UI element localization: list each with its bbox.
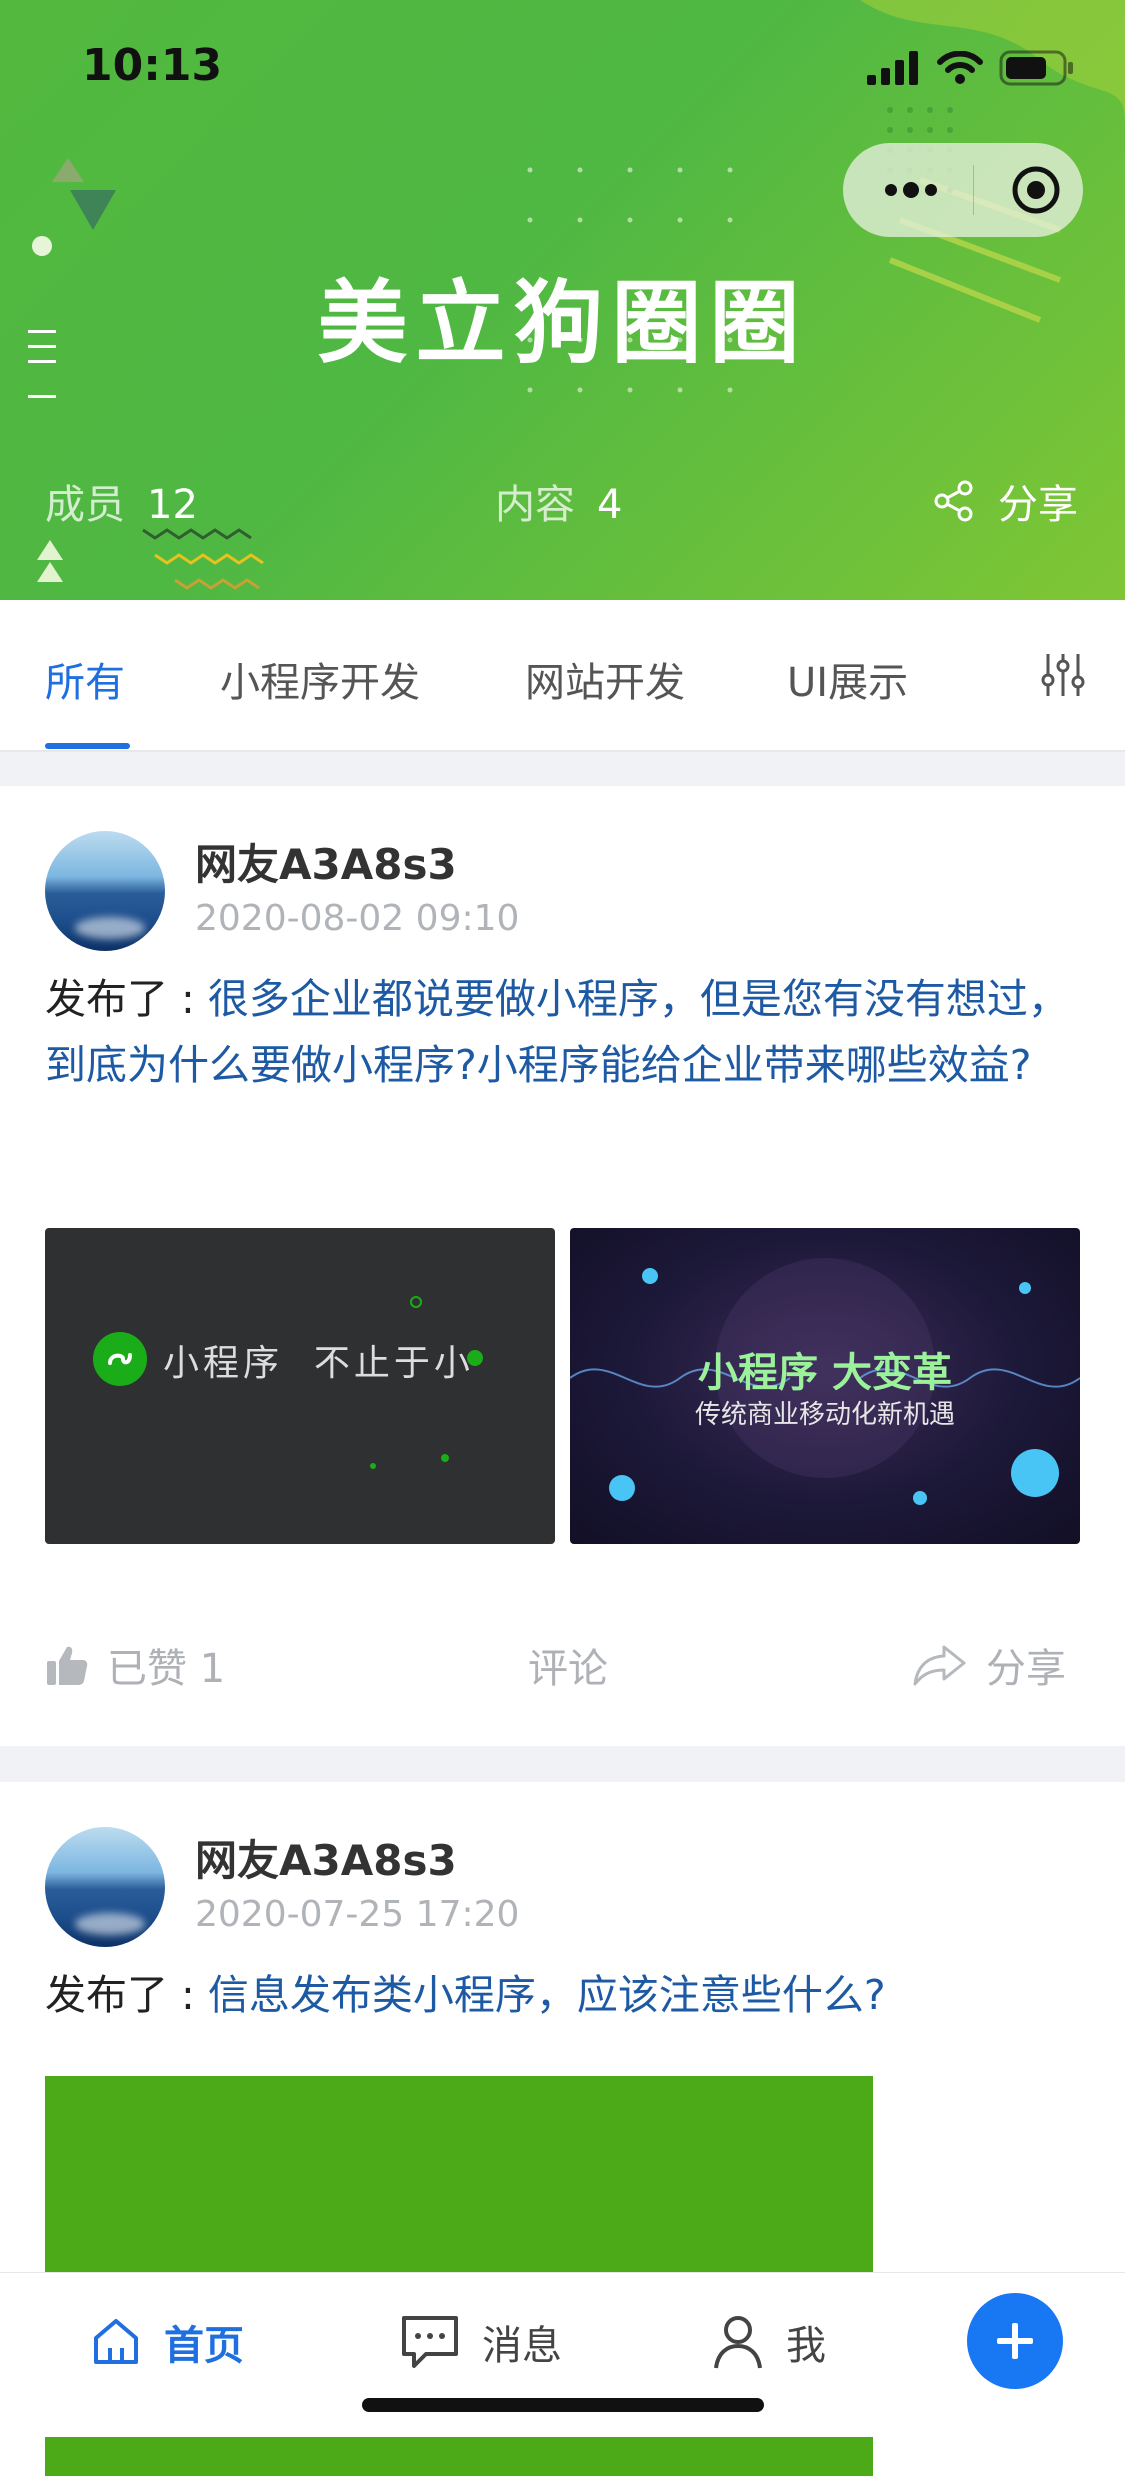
post-username[interactable]: 网友A3A8s3 — [195, 831, 457, 892]
mini-program-capsule — [843, 143, 1083, 237]
post-datetime: 2020-08-02 09:10 — [195, 898, 520, 939]
active-tab-indicator — [45, 743, 130, 749]
category-tabs: 所有 小程序开发 网站开发 UI展示 — [0, 600, 1125, 752]
post-prefix: 发布了 : — [45, 1971, 208, 2019]
tab-website-dev[interactable]: 网站开发 — [525, 650, 685, 708]
nav-me[interactable]: 我 — [712, 2313, 826, 2371]
post-image-1[interactable]: 小程序 不止于小 — [45, 1228, 555, 1544]
bottom-navigation: 首页 消息 我 — [0, 2272, 1125, 2437]
filter-settings-icon[interactable] — [1040, 652, 1086, 698]
comment-button[interactable]: 评论 — [528, 1636, 608, 1694]
plus-icon — [997, 2323, 1033, 2359]
nav-messages-label: 消息 — [482, 2323, 562, 2369]
avatar[interactable] — [45, 831, 165, 951]
post-card[interactable]: 网友A3A8s3 2020-08-02 09:10 发布了 : 很多企业都说要做… — [0, 786, 1125, 1746]
like-button[interactable]: 已赞 1 — [45, 1636, 225, 1694]
post-title[interactable]: 信息发布类小程序，应该注意些什么? — [208, 1971, 886, 2019]
user-icon — [714, 2316, 762, 2369]
members-label: 成员 — [45, 482, 125, 528]
nav-home[interactable]: 首页 — [90, 2313, 244, 2371]
post-prefix: 发布了 : — [45, 975, 208, 1023]
avatar[interactable] — [45, 1827, 165, 1947]
post-datetime: 2020-07-25 17:20 — [195, 1894, 520, 1935]
home-icon — [94, 2319, 138, 2364]
cellular-signal-icon — [867, 51, 918, 85]
header-share-label: 分享 — [998, 482, 1078, 528]
mini-program-logo-icon — [93, 1332, 147, 1386]
content-count: 4 — [597, 482, 623, 528]
thumbs-up-icon — [47, 1646, 88, 1685]
close-mini-program-icon[interactable] — [1011, 165, 1061, 215]
capsule-divider — [973, 165, 974, 215]
battery-icon — [999, 50, 1073, 86]
post-image-2-subtitle: 传统商业移动化新机遇 — [694, 1400, 955, 1430]
decorative-dots — [370, 1296, 483, 1469]
message-icon — [402, 2316, 458, 2368]
tab-mini-program-dev[interactable]: 小程序开发 — [220, 650, 420, 708]
decorative-zigzags — [37, 528, 264, 590]
comment-label: 评论 — [528, 1646, 608, 1692]
home-indicator — [362, 2398, 764, 2412]
status-icons — [867, 48, 1075, 88]
post-image-2[interactable]: 小程序 大变革 传统商业移动化新机遇 — [570, 1228, 1080, 1544]
like-label: 已赞 1 — [107, 1646, 226, 1692]
post-actions: 已赞 1 评论 分享 — [0, 1636, 1125, 1716]
members-stat[interactable]: 成员 12 — [45, 472, 198, 530]
tab-all[interactable]: 所有 — [45, 650, 125, 708]
circle-brand-title: 美立狗圈圈 — [317, 271, 808, 376]
more-options-icon[interactable] — [881, 171, 941, 209]
content-label: 内容 — [495, 482, 575, 528]
status-time: 10:13 — [82, 40, 223, 91]
header-share-button[interactable]: 分享 — [932, 472, 1078, 530]
post-text[interactable]: 发布了 : 很多企业都说要做小程序，但是您有没有想过，到底为什么要做小程序?小程… — [45, 966, 1085, 1098]
create-post-button[interactable] — [967, 2293, 1063, 2389]
content-stat[interactable]: 内容 4 — [495, 472, 622, 530]
post-username[interactable]: 网友A3A8s3 — [195, 1827, 457, 1888]
wifi-icon — [937, 51, 983, 84]
nav-home-label: 首页 — [164, 2323, 244, 2369]
share-icon — [934, 480, 973, 522]
nav-messages[interactable]: 消息 — [400, 2313, 562, 2371]
forward-icon — [913, 1645, 966, 1686]
circle-header: 10:13 美立狗圈圈 成员 12 内容 4 分享 — [0, 0, 1125, 600]
nav-me-label: 我 — [786, 2323, 826, 2369]
post-text[interactable]: 发布了 : 信息发布类小程序，应该注意些什么? — [45, 1962, 1085, 2028]
post-share-label: 分享 — [986, 1646, 1066, 1692]
tab-ui-showcase[interactable]: UI展示 — [787, 650, 908, 708]
members-count: 12 — [147, 482, 198, 528]
post-image-2-title: 小程序 大变革 — [698, 1350, 952, 1396]
post-share-button[interactable]: 分享 — [912, 1636, 1066, 1694]
post-images: 小程序 不止于小 小程序 大变革 传统商业移动化新机遇 — [45, 1228, 1080, 1544]
